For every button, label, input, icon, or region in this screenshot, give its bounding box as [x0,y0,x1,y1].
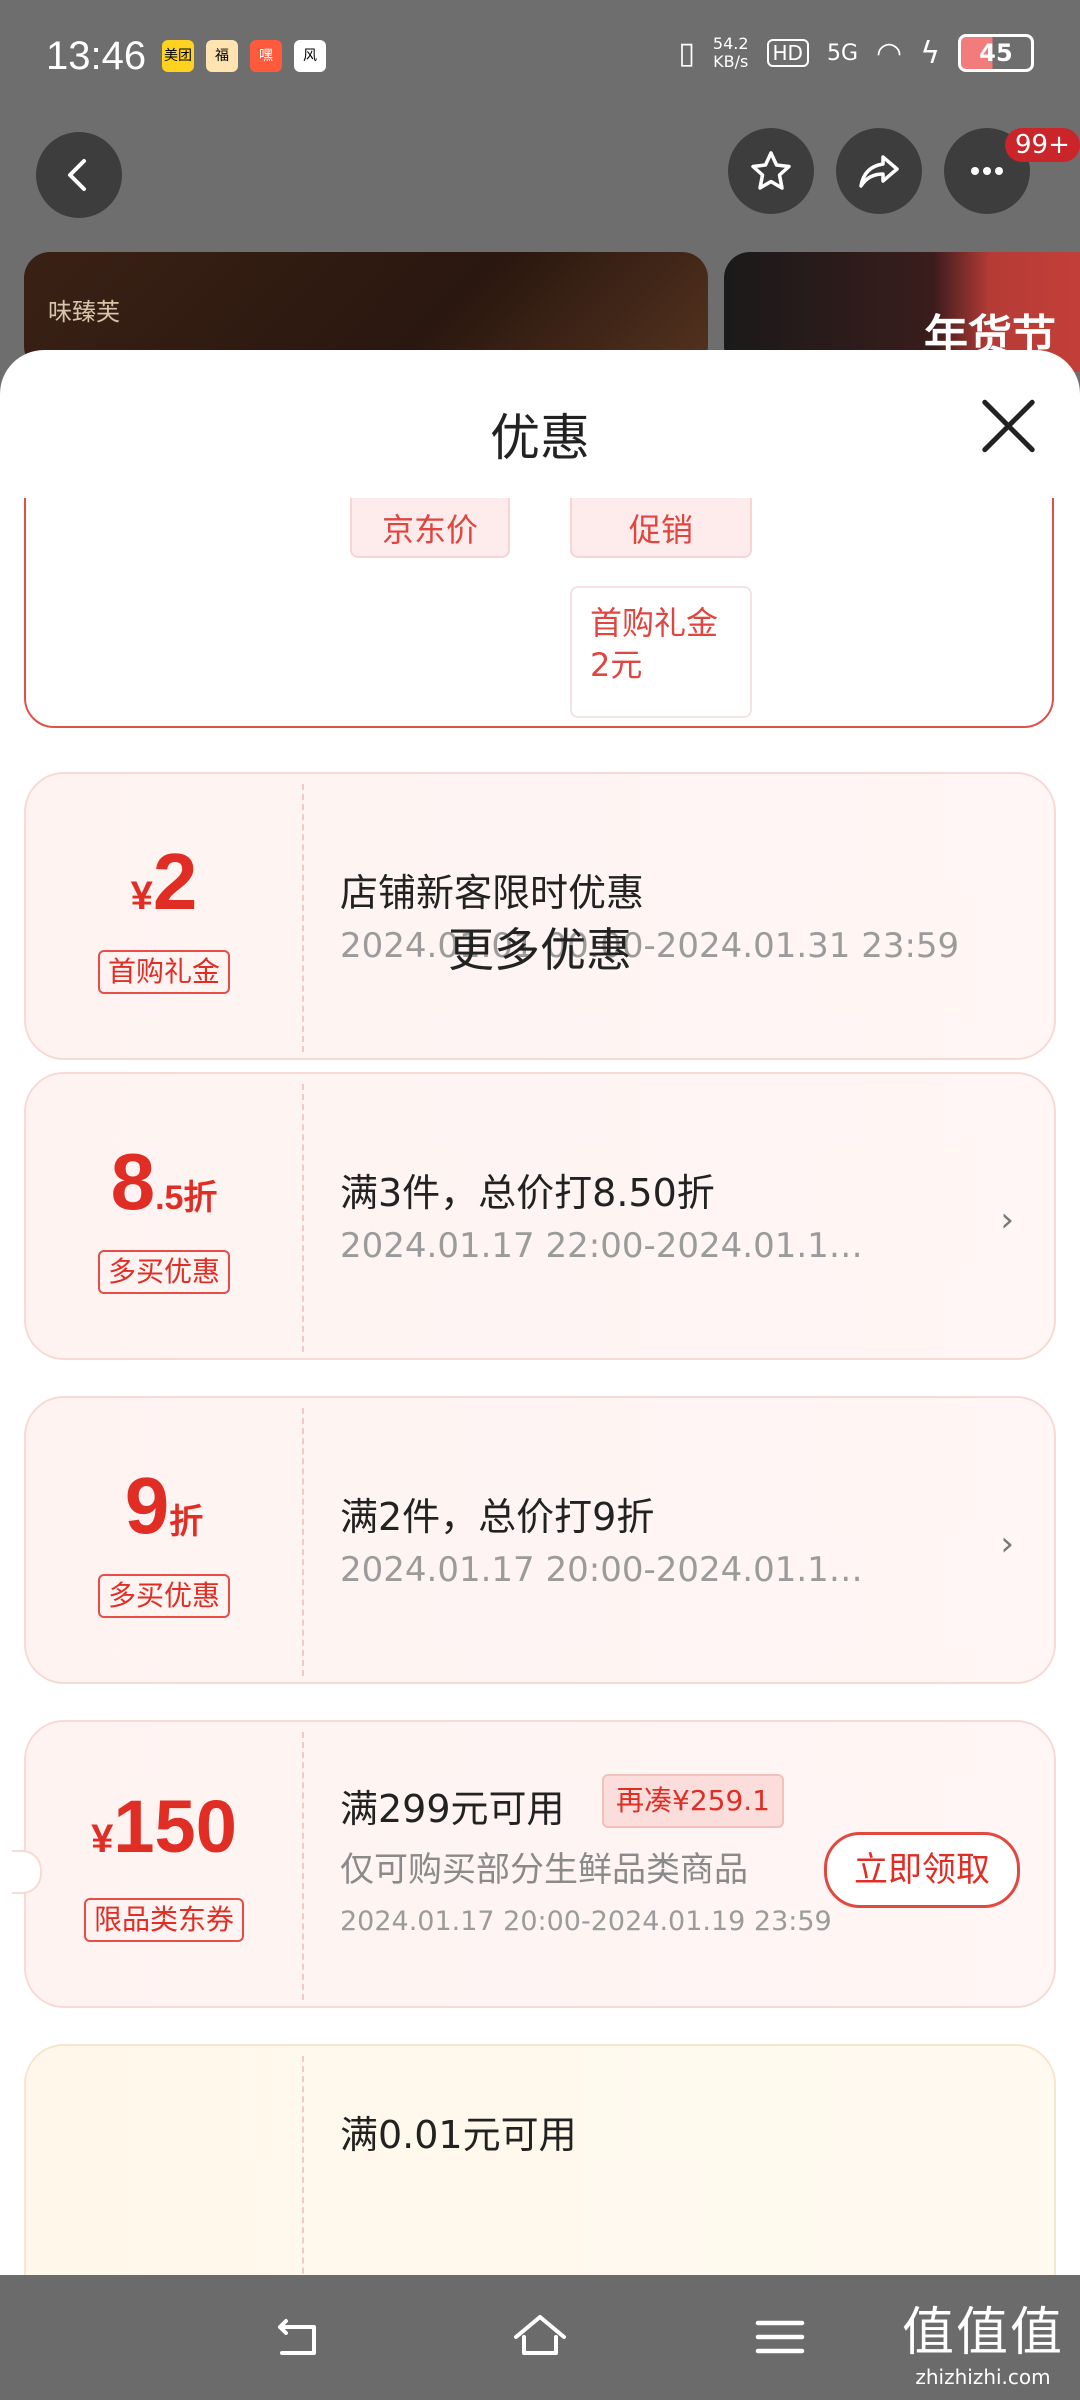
offer-discount: 9折 [124,1461,204,1550]
meituan-app-icon: 美团 [162,40,194,72]
more-dots-icon [971,167,1003,175]
dashed-divider [302,2056,304,2275]
offer-date: 2024.01.17 22:00-2024.01.1… [340,1226,863,1266]
dashed-divider [302,1408,304,1676]
status-time: 13:46 [46,34,147,78]
battery-indicator: 45 [958,34,1034,72]
dashed-divider [302,1732,304,2000]
signal-5g-icon: 5G [826,40,859,66]
dashed-divider [302,1084,304,1352]
back-nav-icon[interactable] [272,2311,328,2363]
coupon-title: 满0.01元可用 [340,2113,577,2157]
share-button[interactable] [836,128,922,214]
watermark-domain: zhizhizhi.com [915,2365,1051,2389]
message-count-badge: 99+ [1005,128,1080,162]
share-icon [859,155,899,188]
fortune-app-icon: 福 [206,40,238,72]
coupon-date: 2024.01.17 20:00-2024.01.19 23:59 [340,1906,832,1937]
fan-app-icon: 风 [294,40,326,72]
vibrate-icon: ▯ [678,35,695,71]
multi-buy-offer-card[interactable]: 9折 多买优惠 满2件，总价打9折 2024.01.17 20:00-2024.… [24,1396,1056,1684]
status-indicators: ▯ 54.2 KB/s HD 5G ◠ ϟ 45 [678,34,1034,72]
coupon-title: 满299元可用 [340,1787,565,1831]
star-icon [751,151,791,190]
sheet-title: 优惠 [490,409,590,467]
home-nav-icon[interactable] [512,2311,568,2363]
coupon-description: 仅可购买部分生鲜品类商品 [340,1850,748,1890]
coupon-amount: ¥150 [91,1785,237,1868]
price-calculation-box: 京东价 促销 首购礼金 2元 [24,498,1054,728]
multi-buy-offer-card[interactable]: 8.5折 多买优惠 满3件，总价打8.50折 2024.01.17 22:00-… [24,1072,1056,1360]
brand-stamp: 味臻芙 [48,298,120,326]
wifi-icon: ◠ [876,35,903,71]
promo-chip: 促销 [570,498,752,558]
back-button[interactable] [36,132,122,218]
status-bar: 13:46 美团 福 嘿 风 ▯ 54.2 KB/s HD 5G ◠ ϟ 45 [0,0,1080,118]
watermark-text: 值值值 [901,2303,1064,2363]
close-icon[interactable] [978,396,1038,456]
offer-tag: 多买优惠 [97,1574,231,1618]
notification-icons: 美团 福 嘿 风 [162,40,326,72]
net-speed: 54.2 KB/s [712,34,749,71]
remaining-amount-pill: 再凑¥259.1 [602,1774,784,1828]
coupon-tag: 限品类东券 [83,1898,245,1942]
hei-app-icon: 嘿 [250,40,282,72]
chevron-right-icon[interactable]: › [1000,1200,1014,1240]
discount-list[interactable]: 京东价 促销 首购礼金 2元 ¥2 首购礼金 店铺新客限时优惠 2024.01.… [0,498,1080,2275]
category-coupon-card[interactable]: ¥150 限品类东券 满299元可用 再凑¥259.1 仅可购买部分生鲜品类商品… [12,1720,1056,2008]
favorite-button[interactable] [728,128,814,214]
first-purchase-gift-chip: 首购礼金 2元 [570,586,752,718]
discount-sheet: 优惠 京东价 促销 首购礼金 2元 ¥2 首购礼金 店铺新客限时优惠 2024.… [0,350,1080,2275]
watermark: 值值值 zhizhizhi.com [902,2290,1064,2389]
chevron-right-icon[interactable]: › [1000,1524,1014,1564]
offer-discount: 8.5折 [110,1137,218,1226]
offer-tag: 多买优惠 [97,1250,231,1294]
hd-icon: HD [766,39,809,67]
partial-coupon-card[interactable]: 满0.01元可用 [24,2044,1056,2275]
claim-now-button[interactable]: 立即领取 [824,1832,1020,1908]
charging-icon: ϟ [920,35,940,71]
offer-title: 满2件，总价打9折 [340,1495,655,1539]
menu-nav-icon[interactable] [752,2311,808,2363]
offer-title: 满3件，总价打8.50折 [340,1171,715,1215]
chevron-left-icon [68,159,86,191]
coupon-title: 店铺新客限时优惠 [340,871,645,915]
more-discounts-heading: 更多优惠 [448,923,632,977]
jd-price-chip: 京东价 [350,498,510,558]
offer-date: 2024.01.17 20:00-2024.01.1… [340,1550,863,1590]
